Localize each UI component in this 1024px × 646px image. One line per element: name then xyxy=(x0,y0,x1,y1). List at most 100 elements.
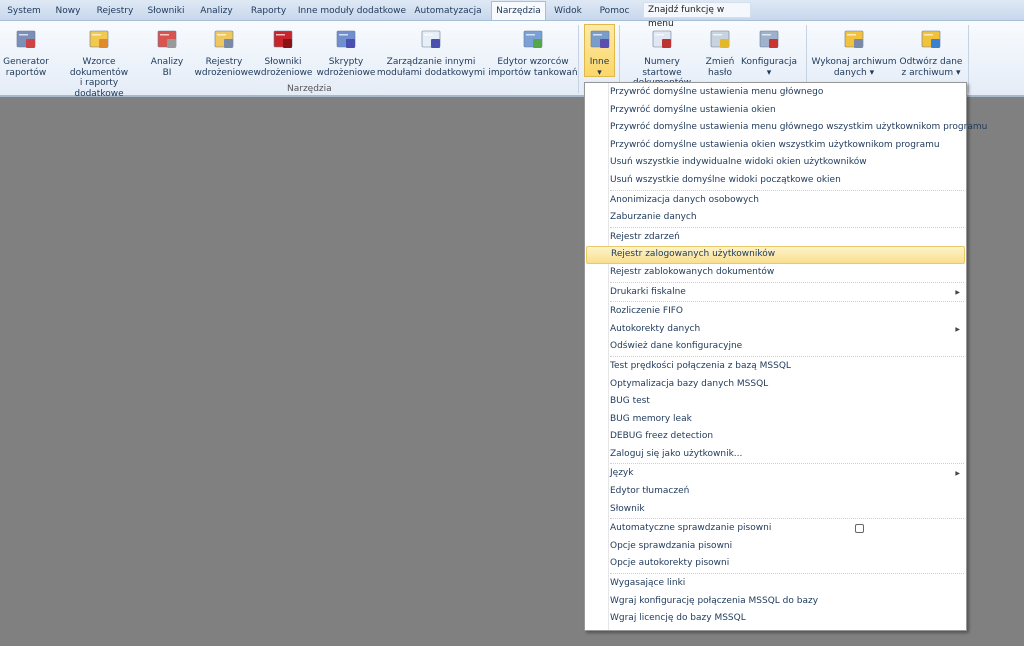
button-label-line1: Konfiguracja xyxy=(741,57,797,67)
menu-item[interactable]: Edytor tłumaczeń xyxy=(585,483,966,501)
ribbon-tab-bar: System Nowy Rejestry Słowniki Analizy Raporty… xyxy=(0,0,1024,21)
menu-item[interactable]: BUG memory leak xyxy=(585,411,966,429)
button-label-line1: Analizy xyxy=(150,57,184,67)
menu-item-label: Opcje sprawdzania pisowni xyxy=(610,540,733,551)
menu-item[interactable]: Optymalizacja bazy danych MSSQL xyxy=(585,376,966,394)
menu-item-label: Przywróć domyślne ustawienia okien xyxy=(610,104,776,115)
menu-item[interactable]: DEBUG freez detection xyxy=(585,428,966,446)
folder-search-icon xyxy=(214,30,234,48)
tab-rejestry[interactable]: Rejestry xyxy=(92,3,138,20)
inne-button[interactable]: Inne ▾ xyxy=(584,24,615,78)
menu-item-label: Zaburzanie danych xyxy=(610,212,697,223)
menu-item-label: Rejestr zablokowanych dokumentów xyxy=(610,266,775,277)
menu-item[interactable]: Automatyczne sprawdzanie pisowni xyxy=(585,520,966,538)
window-gear-icon xyxy=(421,30,441,48)
wykonaj-archiwum-button[interactable]: Wykonaj archiwum danych ▾ xyxy=(811,25,897,85)
tab-pomoc[interactable]: Pomoc xyxy=(593,3,636,20)
auto-spellcheck-checkbox[interactable] xyxy=(855,524,864,534)
button-label-line2: z archiwum ▾ xyxy=(901,67,961,78)
menu-item-label: DEBUG freez detection xyxy=(610,431,714,442)
menu-item[interactable]: Wgraj konfigurację połączenia MSSQL do b… xyxy=(585,593,966,611)
menu-item-label: Usuń wszystkie domyślne widoki początkow… xyxy=(610,174,841,185)
button-label-line2: hasło xyxy=(708,67,732,78)
button-label-line1: Odtwórz dane xyxy=(899,57,963,67)
menu-item[interactable]: Przywróć domyślne ustawienia menu główne… xyxy=(585,84,966,102)
button-label-line1: Wzorce dokumentów xyxy=(69,57,129,78)
zmien-haslo-button[interactable]: Zmień hasło xyxy=(704,25,736,85)
menu-item[interactable]: Autokorekty danych ▶ xyxy=(585,321,966,339)
numery-startowe-button[interactable]: Numery startowedokumentów xyxy=(624,25,700,88)
folder-restore-icon xyxy=(921,30,941,48)
menu-item[interactable]: Rozliczenie FIFO xyxy=(585,303,966,321)
menu-item[interactable]: Usuń wszystkie domyślne widoki początkow… xyxy=(585,172,966,190)
tab-nowy[interactable]: Nowy xyxy=(50,3,86,20)
button-label-line2: raportów xyxy=(5,67,47,78)
menu-item[interactable]: BUG test xyxy=(585,393,966,411)
menu-item[interactable]: Usuń wszystkie indywidualne widoki okien… xyxy=(585,154,966,172)
tools-icon xyxy=(590,30,609,48)
submenu-arrow-icon: ▶ xyxy=(955,325,960,333)
button-label-line1: Słowniki xyxy=(264,57,302,67)
menu-item[interactable]: Wygasające linki xyxy=(585,575,966,593)
menu-item[interactable]: Test prędkości połączenia z bazą MSSQL xyxy=(585,358,966,376)
tools-config-icon xyxy=(759,30,779,48)
menu-item-label: Usuń wszystkie indywidualne widoki okien… xyxy=(610,157,867,168)
menu-item[interactable]: Rejestr zalogowanych użytkowników xyxy=(586,246,965,264)
tab-automatyzacja[interactable]: Automatyzacja xyxy=(410,3,486,20)
menu-item[interactable]: Przywróć domyślne ustawienia okien xyxy=(585,102,966,120)
generator-raportow-button[interactable]: Generator raportów xyxy=(3,25,49,85)
table-import-icon xyxy=(523,30,543,48)
tab-system[interactable]: System xyxy=(3,3,45,20)
rejestry-wdrozeniowe-button[interactable]: Rejestry wdrożeniowe xyxy=(190,25,258,85)
konfiguracja-button[interactable]: Konfiguracja ▾ xyxy=(741,25,797,85)
menu-item[interactable]: Drukarki fiskalne ▶ xyxy=(585,284,966,302)
wzorce-dokumentow-button[interactable]: Wzorce dokumentów i raporty dodatkowe xyxy=(54,25,144,99)
button-label-line2: ▾ xyxy=(766,67,772,78)
menu-item[interactable]: Zaburzanie danych xyxy=(585,209,966,227)
group-label-narzedzia: Narzędzia xyxy=(287,84,332,94)
menu-item-label: Zaloguj się jako użytkownik... xyxy=(610,448,743,459)
button-label-line1: Zarządzanie innymi xyxy=(386,57,476,67)
menu-item[interactable]: Anonimizacja danych osobowych xyxy=(585,192,966,210)
slowniki-wdrozeniowe-button[interactable]: Słowniki wdrożeniowe xyxy=(253,25,313,85)
menu-item[interactable]: Odśwież dane konfiguracyjne xyxy=(585,338,966,356)
menu-item[interactable]: Zaloguj się jako użytkownik... xyxy=(585,446,966,464)
menu-item[interactable]: Słownik xyxy=(585,501,966,519)
group-separator xyxy=(578,25,579,93)
tab-widok[interactable]: Widok xyxy=(548,3,588,20)
menu-item-label: Przywróć domyślne ustawienia menu główne… xyxy=(610,87,824,97)
menu-item[interactable]: Rejestr zdarzeń xyxy=(585,229,966,247)
tab-raporty[interactable]: Raporty xyxy=(245,3,292,20)
menu-item[interactable]: Wgraj licencję do bazy MSSQL xyxy=(585,610,966,628)
tab-narzędzia[interactable]: Narzędzia xyxy=(491,1,546,21)
menu-item-label: Drukarki fiskalne xyxy=(610,286,686,297)
menu-search-input[interactable]: Znajdź funkcję w menu xyxy=(643,2,751,29)
odtworz-dane-button[interactable]: Odtwórz dane z archiwum ▾ xyxy=(897,25,965,85)
menu-item[interactable]: Przywróć domyślne ustawienia okien wszys… xyxy=(585,137,966,155)
button-label-line1: Edytor wzorców xyxy=(497,57,569,67)
tab-analizy[interactable]: Analizy xyxy=(195,3,238,20)
group-separator xyxy=(968,25,969,93)
tab-inne-moduły-dodatkowe[interactable]: Inne moduły dodatkowe xyxy=(296,3,408,20)
menu-item-label: Opcje autokorekty pisowni xyxy=(610,558,730,569)
analizy-bi-button[interactable]: Analizy BI xyxy=(150,25,184,85)
menu-item[interactable]: Rejestr zablokowanych dokumentów xyxy=(585,264,966,282)
menu-item-label: Wygasające linki xyxy=(610,578,686,589)
folder-archive-icon xyxy=(844,30,864,48)
button-label-line2: wdrożeniowe xyxy=(194,67,254,78)
button-label-line2: BI xyxy=(162,67,172,78)
menu-item-label: Anonimizacja danych osobowych xyxy=(610,194,759,205)
menu-item[interactable]: Opcje autokorekty pisowni xyxy=(585,555,966,573)
menu-item[interactable]: Opcje sprawdzania pisowni xyxy=(585,538,966,556)
zarzadzanie-modulami-button[interactable]: Zarządzanie innymi modułami dodatkowymi xyxy=(365,25,497,85)
tab-słowniki[interactable]: Słowniki xyxy=(143,3,189,20)
folder-doc-icon xyxy=(89,30,109,48)
menu-item-label: Automatyczne sprawdzanie pisowni xyxy=(610,523,772,534)
edytor-wzorcow-button[interactable]: Edytor wzorców importów tankowań xyxy=(488,25,578,85)
menu-item[interactable]: Przywróć domyślne ustawienia menu główne… xyxy=(585,119,987,137)
submenu-arrow-icon: ▶ xyxy=(955,470,960,478)
button-label-line1: Skrypty xyxy=(328,57,364,67)
submenu-arrow-icon: ▶ xyxy=(955,288,960,296)
menu-item-label: Przywróć domyślne ustawienia menu główne… xyxy=(610,122,988,133)
menu-item[interactable]: Język ▶ xyxy=(585,465,966,483)
